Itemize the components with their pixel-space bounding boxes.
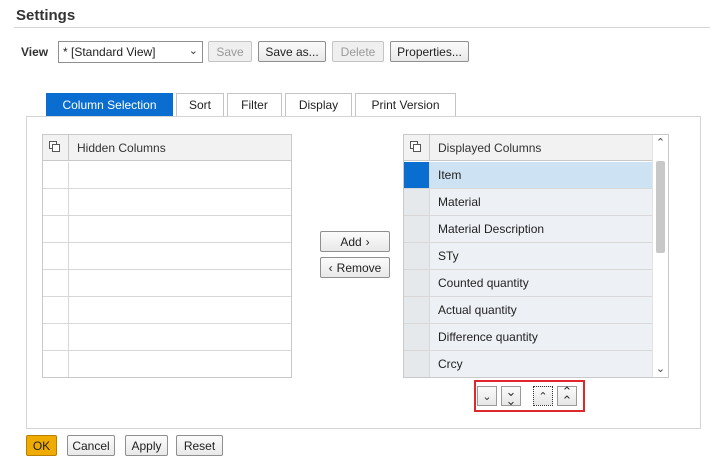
table-row[interactable] — [43, 216, 291, 243]
table-row[interactable]: Item — [404, 162, 652, 189]
tab-column-selection[interactable]: Column Selection — [46, 93, 173, 116]
table-row[interactable] — [43, 324, 291, 351]
hidden-columns-table: Hidden Columns — [42, 134, 292, 378]
tab-display[interactable]: Display — [285, 93, 352, 116]
displayed-columns-table: Displayed Columns Item Material Material… — [403, 134, 669, 378]
table-row[interactable] — [43, 189, 291, 216]
table-row[interactable]: Actual quantity — [404, 297, 652, 324]
remove-button[interactable]: ‹ Remove — [320, 257, 390, 278]
dialog-title: Settings — [16, 7, 76, 24]
table-header: Hidden Columns — [43, 135, 291, 161]
chevron-left-icon: ‹ — [328, 260, 333, 275]
select-all-cell[interactable] — [404, 135, 430, 161]
table-header: Displayed Columns — [404, 135, 652, 161]
table-row[interactable]: Crcy — [404, 351, 652, 377]
table-row[interactable] — [43, 297, 291, 324]
table-row[interactable]: Difference quantity — [404, 324, 652, 351]
chevron-right-icon: › — [365, 234, 370, 249]
table-row[interactable] — [43, 243, 291, 270]
scroll-up-icon[interactable]: ⌃ — [653, 136, 668, 149]
add-button[interactable]: Add › — [320, 231, 390, 252]
tab-filter[interactable]: Filter — [227, 93, 282, 116]
table-row[interactable]: STy — [404, 243, 652, 270]
chevron-down-icon: ⌄ — [188, 45, 198, 57]
table-row[interactable] — [43, 351, 291, 377]
displayed-columns-header: Displayed Columns — [438, 141, 542, 155]
scroll-down-icon[interactable]: ⌄ — [653, 362, 668, 375]
view-select[interactable]: * [Standard View] ⌄ — [58, 41, 203, 63]
apply-button[interactable]: Apply — [125, 435, 168, 456]
view-select-value: * [Standard View] — [63, 45, 156, 59]
copy-icon — [410, 141, 422, 153]
title-divider — [14, 27, 710, 28]
copy-icon — [49, 141, 61, 153]
select-all-cell[interactable] — [43, 135, 69, 161]
highlight-box — [474, 380, 585, 412]
add-button-label: Add — [340, 234, 362, 249]
tab-print-version[interactable]: Print Version — [355, 93, 456, 116]
hidden-columns-header: Hidden Columns — [77, 141, 166, 155]
remove-button-label: Remove — [336, 260, 382, 275]
table-row[interactable]: Material Description — [404, 216, 652, 243]
table-row[interactable]: Counted quantity — [404, 270, 652, 297]
tab-sort[interactable]: Sort — [176, 93, 224, 116]
ok-button[interactable]: OK — [26, 435, 57, 456]
table-row[interactable] — [43, 270, 291, 297]
table-row[interactable]: Material — [404, 189, 652, 216]
cancel-button[interactable]: Cancel — [67, 435, 115, 456]
scroll-thumb[interactable] — [656, 161, 665, 253]
reset-button[interactable]: Reset — [176, 435, 223, 456]
save-button[interactable]: Save — [208, 41, 252, 62]
table-row[interactable] — [43, 162, 291, 189]
properties-button[interactable]: Properties... — [390, 41, 469, 62]
vertical-scrollbar[interactable]: ⌃ ⌄ — [652, 135, 668, 377]
delete-button[interactable]: Delete — [332, 41, 384, 62]
save-as-button[interactable]: Save as... — [258, 41, 326, 62]
view-label: View — [21, 45, 49, 59]
